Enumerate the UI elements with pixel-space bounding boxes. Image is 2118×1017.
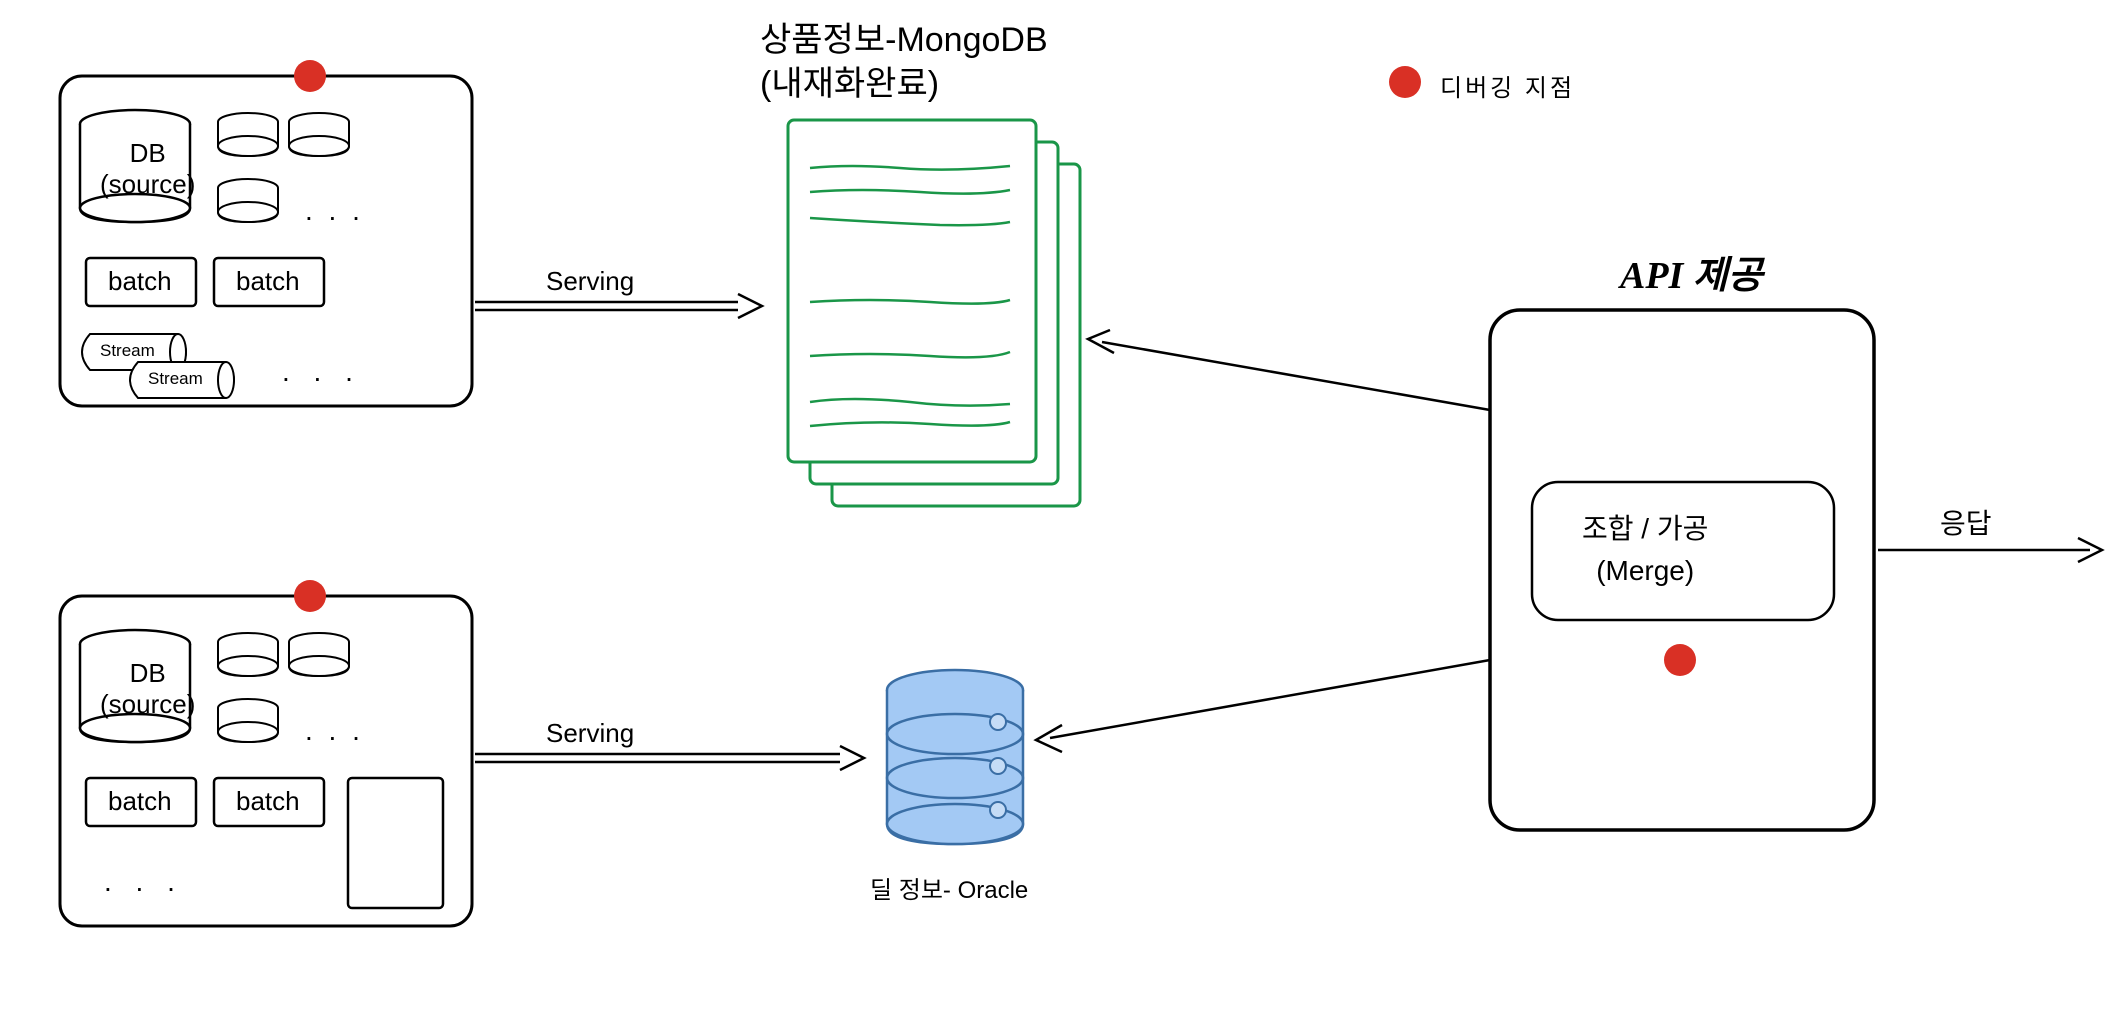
response-label: 응답 [1940, 502, 1992, 542]
merge-label-2: (Merge) [1596, 555, 1694, 586]
debug-point-icon [1664, 644, 1696, 676]
merge-label-1: 조합 / 가공 [1582, 513, 1708, 544]
debug-point-icon [294, 60, 326, 92]
arrow-serving-2 [475, 746, 864, 770]
batch-label: batch [236, 266, 300, 297]
mongodb-subtitle-text: (내재화완료) [760, 65, 939, 103]
merge-label: 조합 / 가공 (Merge) [1582, 508, 1708, 592]
empty-box [348, 778, 443, 908]
oracle-title: 딜 정보- Oracle [870, 870, 1028, 905]
legend-label: 디버깅 지점 [1440, 68, 1575, 103]
small-cylinder-icon [289, 633, 349, 676]
debug-point-icon [1389, 66, 1421, 98]
dots-label: . . . [305, 715, 364, 747]
small-cylinder-icon [218, 113, 278, 156]
batch-label: batch [108, 266, 172, 297]
db-source-label-1: DB (source) [100, 138, 195, 200]
stream-label: Stream [148, 369, 203, 389]
stream-label: Stream [100, 341, 155, 361]
small-cylinder-icon [289, 113, 349, 156]
dots-label: . . . [305, 195, 364, 227]
mongodb-title: 상품정보-MongoDB (내재화완료) [760, 18, 1048, 106]
db-source-label-2: DB (source) [100, 658, 195, 720]
small-cylinder-icon [218, 699, 278, 742]
serving-label-2: Serving [546, 718, 634, 749]
arrow-api-to-oracle [1036, 660, 1490, 752]
api-title: API 제공 [1620, 252, 1763, 301]
mongodb-documents-icon [788, 120, 1080, 506]
batch-label: batch [108, 786, 172, 817]
serving-label-1: Serving [546, 266, 634, 297]
arrow-serving-1 [475, 294, 762, 318]
arrow-api-to-mongodb [1088, 330, 1490, 410]
mongodb-title-text: 상품정보-MongoDB [760, 21, 1048, 59]
debug-point-icon [294, 580, 326, 612]
diagram-svg [0, 0, 2118, 1017]
small-cylinder-icon [218, 179, 278, 222]
api-title-text: API 제공 [1620, 255, 1763, 297]
small-cylinder-icon [218, 633, 278, 676]
dots-label: . . . [104, 866, 183, 898]
oracle-database-icon [887, 670, 1023, 844]
batch-label: batch [236, 786, 300, 817]
dots-label: . . . [282, 356, 361, 388]
